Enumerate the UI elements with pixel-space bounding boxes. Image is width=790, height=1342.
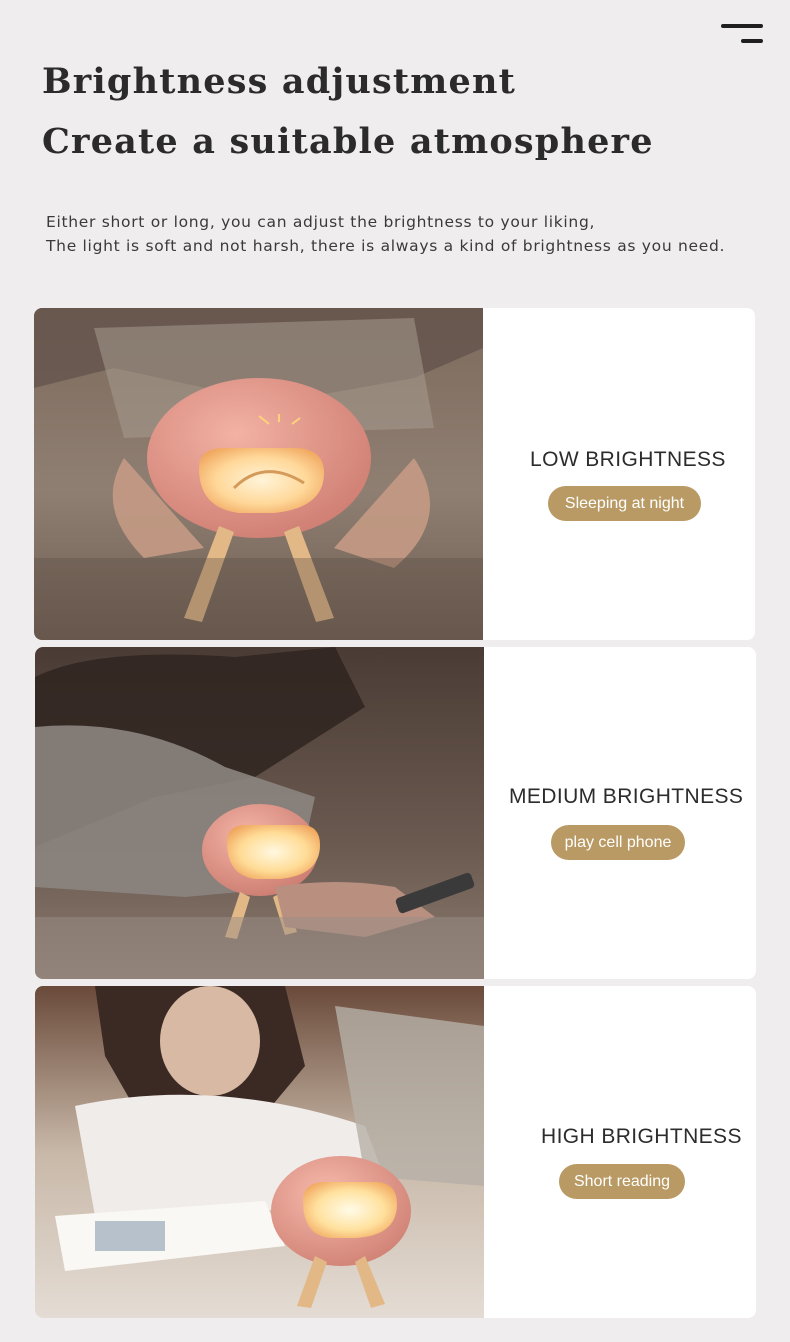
- intro-line-1: Either short or long, you can adjust the…: [46, 213, 596, 231]
- intro-text: Either short or long, you can adjust the…: [46, 210, 766, 258]
- intro-line-2: The light is soft and not harsh, there i…: [46, 237, 726, 255]
- menu-bar-long: [721, 24, 763, 28]
- play-cell-phone-tag: play cell phone: [551, 825, 685, 860]
- brightness-card-low: LOW BRIGHTNESS Sleeping at night: [34, 308, 755, 640]
- page-title: Brightness adjustment: [42, 61, 516, 102]
- menu-bar-short: [741, 39, 763, 43]
- high-brightness-photo: [35, 986, 484, 1318]
- high-brightness-title: HIGH BRIGHTNESS: [541, 1125, 742, 1148]
- medium-brightness-title: MEDIUM BRIGHTNESS: [509, 785, 744, 808]
- hamburger-menu-icon[interactable]: [721, 24, 763, 44]
- medium-brightness-photo: [35, 647, 484, 979]
- sleeping-at-night-tag: Sleeping at night: [548, 486, 701, 521]
- page-subtitle: Create a suitable atmosphere: [42, 121, 654, 162]
- brightness-card-medium: MEDIUM BRIGHTNESS play cell phone: [35, 647, 756, 979]
- low-brightness-photo: [34, 308, 483, 640]
- brightness-card-high: HIGH BRIGHTNESS Short reading: [35, 986, 756, 1318]
- low-brightness-title: LOW BRIGHTNESS: [530, 448, 726, 471]
- short-reading-tag: Short reading: [559, 1164, 685, 1199]
